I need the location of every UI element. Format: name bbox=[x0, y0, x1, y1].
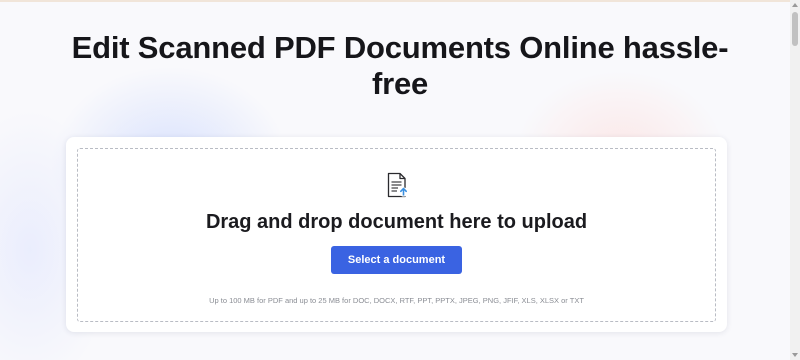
document-upload-icon bbox=[387, 172, 409, 198]
dropzone-headline: Drag and drop document here to upload bbox=[205, 211, 588, 233]
file-limits-note: Up to 100 MB for PDF and up to 25 MB for… bbox=[209, 296, 584, 305]
top-divider bbox=[0, 0, 790, 2]
page-scrollbar[interactable] bbox=[790, 0, 800, 360]
scroll-up-arrow-icon[interactable] bbox=[792, 3, 798, 7]
scroll-down-arrow-icon[interactable] bbox=[792, 353, 798, 357]
upload-card: Drag and drop document here to upload Se… bbox=[66, 137, 727, 332]
select-document-button[interactable]: Select a document bbox=[331, 246, 462, 274]
scrollbar-thumb[interactable] bbox=[792, 12, 798, 46]
page-title: Edit Scanned PDF Documents Online hassle… bbox=[71, 30, 729, 101]
upload-dropzone[interactable]: Drag and drop document here to upload Se… bbox=[77, 148, 716, 322]
